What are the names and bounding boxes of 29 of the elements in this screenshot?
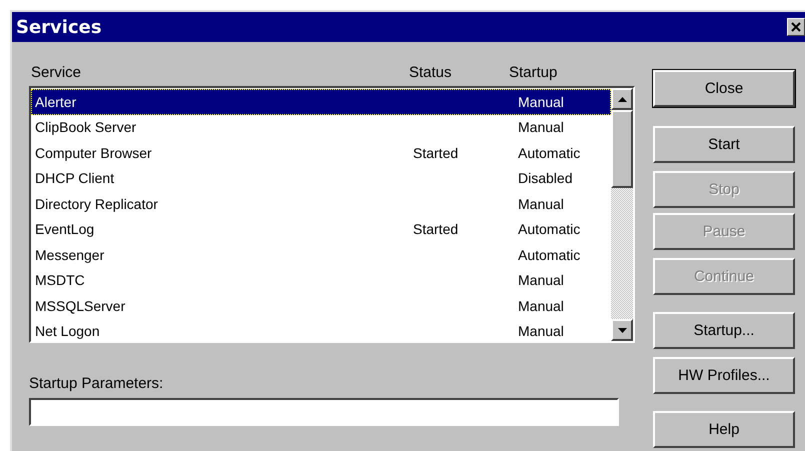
column-header: Service [30,64,82,80]
service-row[interactable]: Computer Browser Started Automatic [31,140,611,166]
dialog-button[interactable]: HW Profiles... [653,357,795,394]
service-row[interactable]: MSSQLServer Manual [31,293,611,318]
services-list[interactable] [29,86,635,343]
startup-parameters-field[interactable] [29,398,619,426]
scroll-down-button[interactable] [611,319,633,341]
service-row[interactable]: ClipBook Server Manual [31,114,611,140]
column-header: Startup [509,64,558,80]
service-row[interactable]: EventLog Started Automatic [31,216,611,242]
service-row[interactable]: Messenger Automatic [31,242,611,268]
scroll-thumb[interactable] [611,110,633,188]
dialog-button[interactable]: Help [653,411,795,448]
service-row[interactable]: Net Logon Manual [31,318,611,344]
down-arrow-icon [618,328,626,332]
column-header: Status [409,64,453,80]
dialog-button[interactable]: Close [653,70,795,107]
field-label: Startup Parameters: [29,375,164,392]
close-icon[interactable] [787,18,805,36]
scrollbar[interactable] [611,88,633,341]
scroll-up-button[interactable] [611,88,633,110]
up-arrow-icon [618,96,626,102]
window-title: Services [16,16,102,38]
service-row[interactable]: Alerter Manual [31,89,611,114]
dialog-button[interactable]: Start [653,126,795,163]
service-row[interactable]: Directory Replicator Manual [31,191,611,216]
dialog-button[interactable]: Startup... [653,312,795,349]
service-row[interactable]: MSDTC Manual [31,268,611,293]
service-row[interactable]: DHCP Client Disabled [31,166,611,191]
